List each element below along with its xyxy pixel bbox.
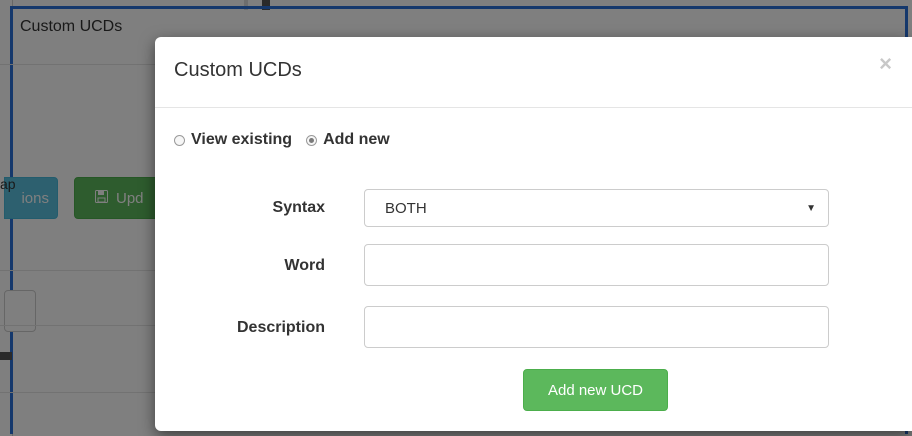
description-input[interactable] bbox=[364, 306, 829, 348]
syntax-label: Syntax bbox=[272, 199, 325, 216]
add-new-label[interactable]: Add new bbox=[323, 131, 390, 149]
custom-ucds-modal: Custom UCDs × View existing Add new Synt… bbox=[155, 37, 912, 431]
description-label: Description bbox=[236, 319, 325, 336]
close-icon[interactable]: × bbox=[879, 53, 892, 75]
word-label: Word bbox=[284, 257, 325, 274]
modal-header: Custom UCDs × bbox=[155, 37, 912, 108]
syntax-select[interactable]: BOTH ▼ bbox=[364, 189, 829, 227]
mode-selector: View existing Add new bbox=[174, 131, 404, 149]
syntax-row: Syntax BOTH ▼ bbox=[155, 189, 912, 233]
view-existing-radio[interactable] bbox=[174, 134, 185, 146]
word-row: Word bbox=[155, 244, 912, 288]
view-existing-label[interactable]: View existing bbox=[191, 131, 292, 149]
add-new-ucd-button[interactable]: Add new UCD bbox=[523, 369, 668, 411]
syntax-select-value: BOTH bbox=[385, 199, 427, 217]
chevron-down-icon: ▼ bbox=[806, 202, 816, 214]
description-row: Description bbox=[155, 306, 912, 350]
modal-title: Custom UCDs bbox=[174, 59, 302, 81]
add-new-radio[interactable] bbox=[306, 134, 318, 146]
word-input[interactable] bbox=[364, 244, 829, 286]
